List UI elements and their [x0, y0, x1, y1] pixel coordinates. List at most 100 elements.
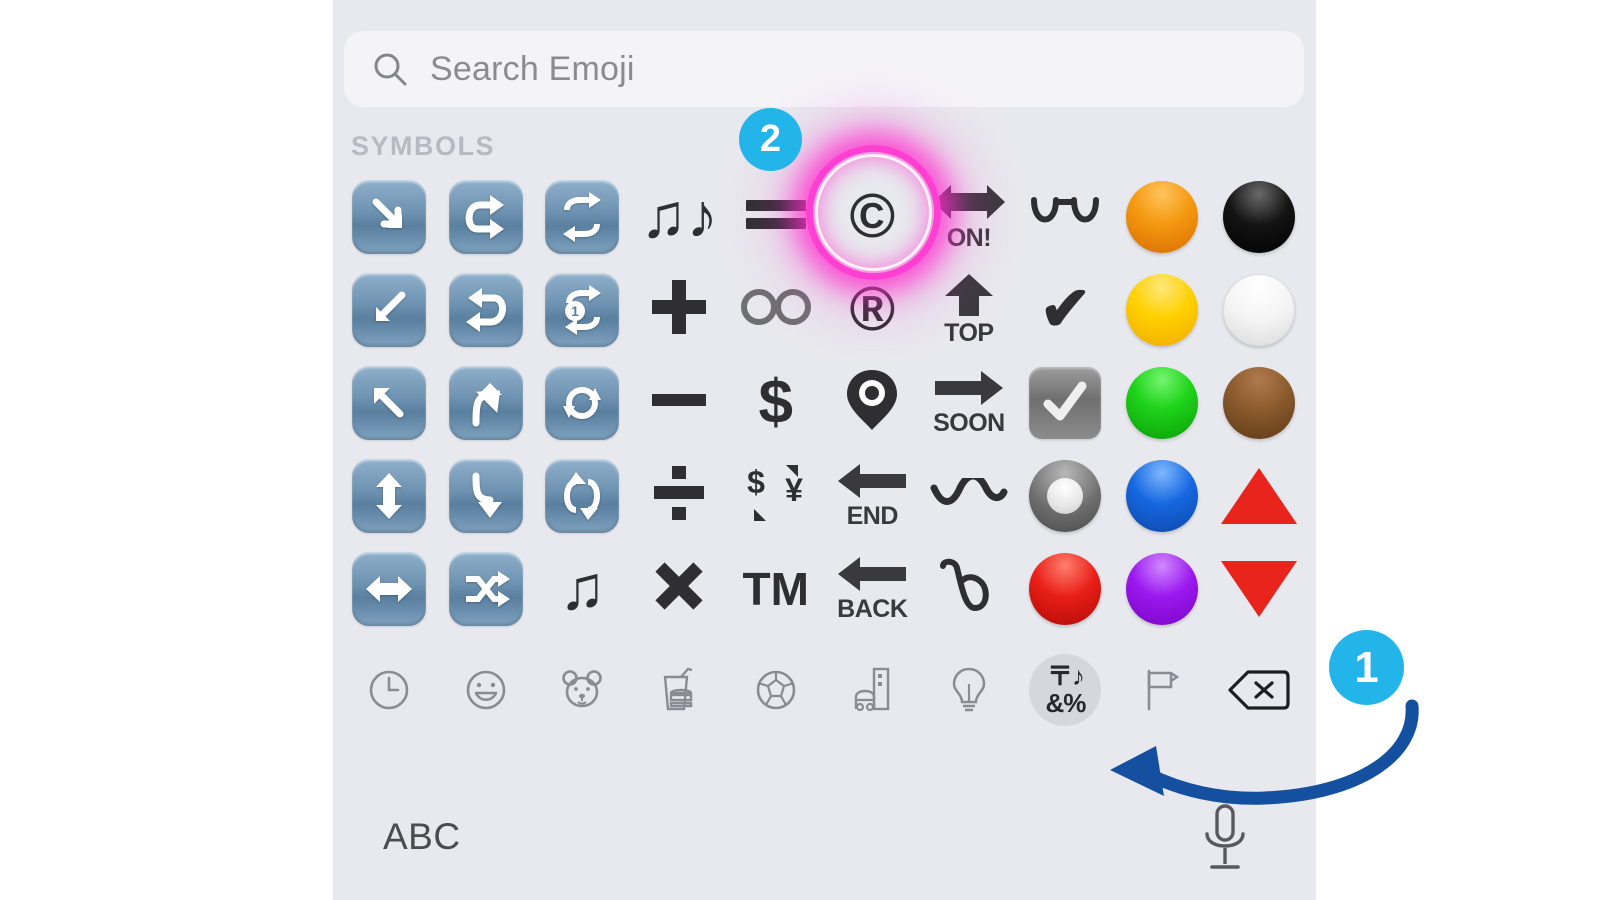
tab-animals[interactable] [534, 652, 631, 728]
red-triangle-up-icon [1220, 467, 1297, 524]
emoji-round-pushpin[interactable] [824, 356, 921, 449]
dollar-sign-icon: $ [758, 367, 793, 437]
emoji-arrow-heading-down[interactable] [438, 449, 535, 542]
emoji-check-mark[interactable]: ✔ [1017, 263, 1114, 356]
emoji-repeat[interactable] [534, 170, 631, 263]
svg-text:1: 1 [572, 303, 580, 319]
emoji-up-down-arrow[interactable] [341, 449, 438, 542]
arrow-rotate-right-icon [448, 179, 523, 254]
emoji-shuffle-tracks-button[interactable] [438, 542, 535, 635]
emoji-left-right-arrow[interactable] [341, 542, 438, 635]
tab-smileys[interactable] [438, 652, 535, 728]
emoji-arrow-heading-up[interactable] [438, 356, 535, 449]
repeat-one-icon: 1 [545, 272, 620, 347]
emoji-purple-circle[interactable] [1114, 542, 1211, 635]
heavy-plus-icon [650, 278, 708, 341]
purple-circle-icon [1126, 552, 1199, 625]
red-triangle-down-icon [1220, 560, 1297, 617]
soon-arrow-icon: SOON [933, 368, 1005, 438]
smiley-icon [464, 668, 508, 712]
emoji-end-arrow[interactable]: END [824, 449, 921, 542]
emoji-copyright-sign[interactable]: © [824, 170, 921, 263]
emoji-orange-circle[interactable] [1114, 170, 1211, 263]
white-circle-icon [1222, 273, 1295, 346]
multiply-icon [652, 559, 706, 618]
emoji-black-circle[interactable] [1210, 170, 1307, 263]
search-placeholder-text: Search Emoji [430, 49, 635, 88]
emoji-heavy-dollar-sign[interactable]: $ [727, 356, 824, 449]
symbols-icon: 〒♪ &% [1045, 660, 1087, 718]
emoji-wavy-dash[interactable] [921, 449, 1018, 542]
emoji-musical-note[interactable]: ♫ [534, 542, 631, 635]
emoji-back-arrow[interactable]: BACK [824, 542, 921, 635]
emoji-yellow-circle[interactable] [1114, 263, 1211, 356]
emoji-arrows-counterclockwise[interactable] [438, 263, 535, 356]
emoji-repeat-one[interactable]: 1 [534, 263, 631, 356]
emoji-arrow-upper-left[interactable] [341, 356, 438, 449]
emoji-radio-button[interactable] [1017, 449, 1114, 542]
emoji-currency-exchange[interactable]: $ ¥ [727, 449, 824, 542]
tab-recent[interactable] [341, 652, 438, 728]
emoji-red-triangle-pointed-up[interactable] [1210, 449, 1307, 542]
tab-travel[interactable] [824, 652, 921, 728]
wavy-dash-icon [930, 472, 1008, 513]
emoji-green-circle[interactable] [1114, 356, 1211, 449]
soon-arrow-label: SOON [933, 408, 1005, 437]
emoji-curly-loop[interactable] [921, 542, 1018, 635]
search-input[interactable]: Search Emoji [344, 31, 1304, 107]
emoji-brown-circle[interactable] [1210, 356, 1307, 449]
emoji-musical-notes[interactable]: ♫♪ [631, 170, 728, 263]
flag-icon [1141, 667, 1183, 713]
back-arrow-icon: BACK [836, 554, 908, 624]
lightbulb-icon [950, 666, 988, 714]
emoji-arrows-counterclockwise-circle[interactable] [534, 356, 631, 449]
section-title-symbols: SYMBOLS [351, 131, 496, 161]
check-mark-icon: ✔ [1039, 274, 1092, 344]
emoji-top-arrow[interactable]: TOP [921, 263, 1018, 356]
emoji-eyeglasses-goggles[interactable] [1017, 170, 1114, 263]
heavy-minus-icon [650, 391, 708, 414]
tab-activity[interactable] [727, 652, 824, 728]
search-icon [372, 51, 408, 87]
emoji-white-circle[interactable] [1210, 263, 1307, 356]
heavy-equals-icon [744, 194, 808, 239]
black-circle-icon [1222, 180, 1295, 253]
tab-objects[interactable] [921, 652, 1018, 728]
emoji-on-arrow[interactable]: ON! [921, 170, 1018, 263]
emoji-red-circle[interactable] [1017, 542, 1114, 635]
emoji-infinity[interactable] [727, 263, 824, 356]
emoji-arrows-clockwise-vertical[interactable] [534, 449, 631, 542]
screenshot-root: Search Emoji SYMBOLS ♫♪ © ON! 1 ® TOP ✔ … [0, 0, 1600, 900]
emoji-ballot-box-with-check[interactable] [1017, 356, 1114, 449]
round-pushpin-icon [843, 368, 901, 437]
emoji-trade-mark-sign[interactable]: TM [727, 542, 824, 635]
emoji-soon-arrow[interactable]: SOON [921, 356, 1018, 449]
red-circle-icon [1029, 552, 1102, 625]
arrow-lower-left-icon [352, 272, 427, 347]
tab-food[interactable] [631, 652, 728, 728]
musical-note-icon: ♫ [559, 553, 606, 623]
emoji-arrow-lower-left[interactable] [341, 263, 438, 356]
food-drink-icon [657, 667, 701, 713]
emoji-multiply-sign[interactable] [631, 542, 728, 635]
emoji-arrow-clockwise-loop[interactable] [438, 170, 535, 263]
back-arrow-label: BACK [837, 594, 908, 623]
symbols-icon-bottom: &% [1045, 688, 1087, 718]
emoji-blue-circle[interactable] [1114, 449, 1211, 542]
arrow-heading-down-icon [448, 458, 523, 533]
symbols-icon-top: 〒♪ [1046, 660, 1085, 691]
emoji-red-triangle-pointed-down[interactable] [1210, 542, 1307, 635]
building-car-icon [848, 667, 896, 713]
soccer-ball-icon [754, 668, 798, 712]
radio-button-icon [1029, 459, 1102, 532]
ballot-box-check-icon [1029, 366, 1102, 439]
emoji-heavy-equals-sign[interactable] [727, 170, 824, 263]
arrow-heading-up-icon [448, 365, 523, 440]
emoji-registered-sign[interactable]: ® [824, 263, 921, 356]
abc-key[interactable]: ABC [383, 816, 461, 858]
emoji-heavy-plus-sign[interactable] [631, 263, 728, 356]
arrows-ccw-icon [545, 365, 620, 440]
emoji-arrow-heading-down-right[interactable] [341, 170, 438, 263]
emoji-heavy-division-sign[interactable] [631, 449, 728, 542]
emoji-heavy-minus-sign[interactable] [631, 356, 728, 449]
